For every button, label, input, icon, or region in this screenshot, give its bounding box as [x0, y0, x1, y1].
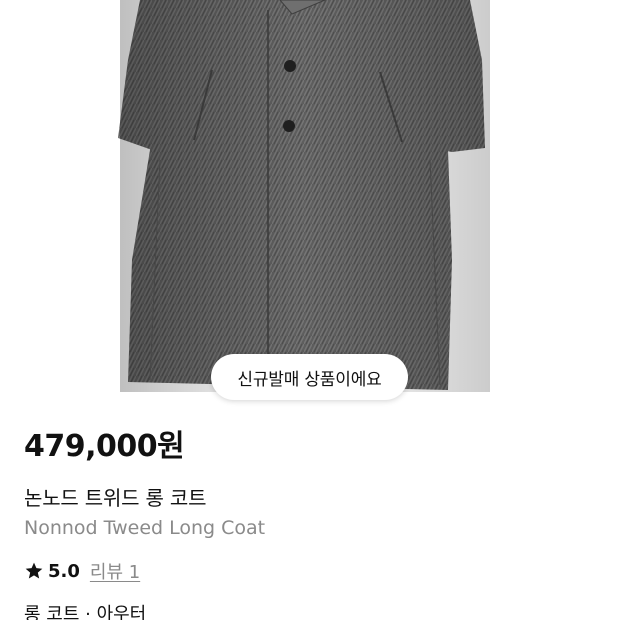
product-image[interactable]: 신규발매 상품이에요: [0, 0, 620, 410]
review-count-link[interactable]: 리뷰 1: [90, 558, 140, 584]
product-title-english: Nonnod Tweed Long Coat: [24, 517, 266, 539]
product-detail-page: 신규발매 상품이에요 479,000원 논노드 트위드 롱 코트 Nonnod …: [0, 0, 620, 620]
star-icon: [25, 562, 43, 579]
category-breadcrumb[interactable]: 롱 코트 · 아우터: [24, 602, 146, 620]
product-price: 479,000원: [24, 429, 185, 464]
new-release-badge: 신규발매 상품이에요: [211, 354, 408, 400]
rating-value: 5.0: [48, 560, 80, 582]
product-title-korean: 논노드 트위드 롱 코트: [24, 486, 207, 510]
rating-row: 5.0 리뷰 1: [24, 558, 140, 584]
coat-illustration: [118, 0, 490, 392]
